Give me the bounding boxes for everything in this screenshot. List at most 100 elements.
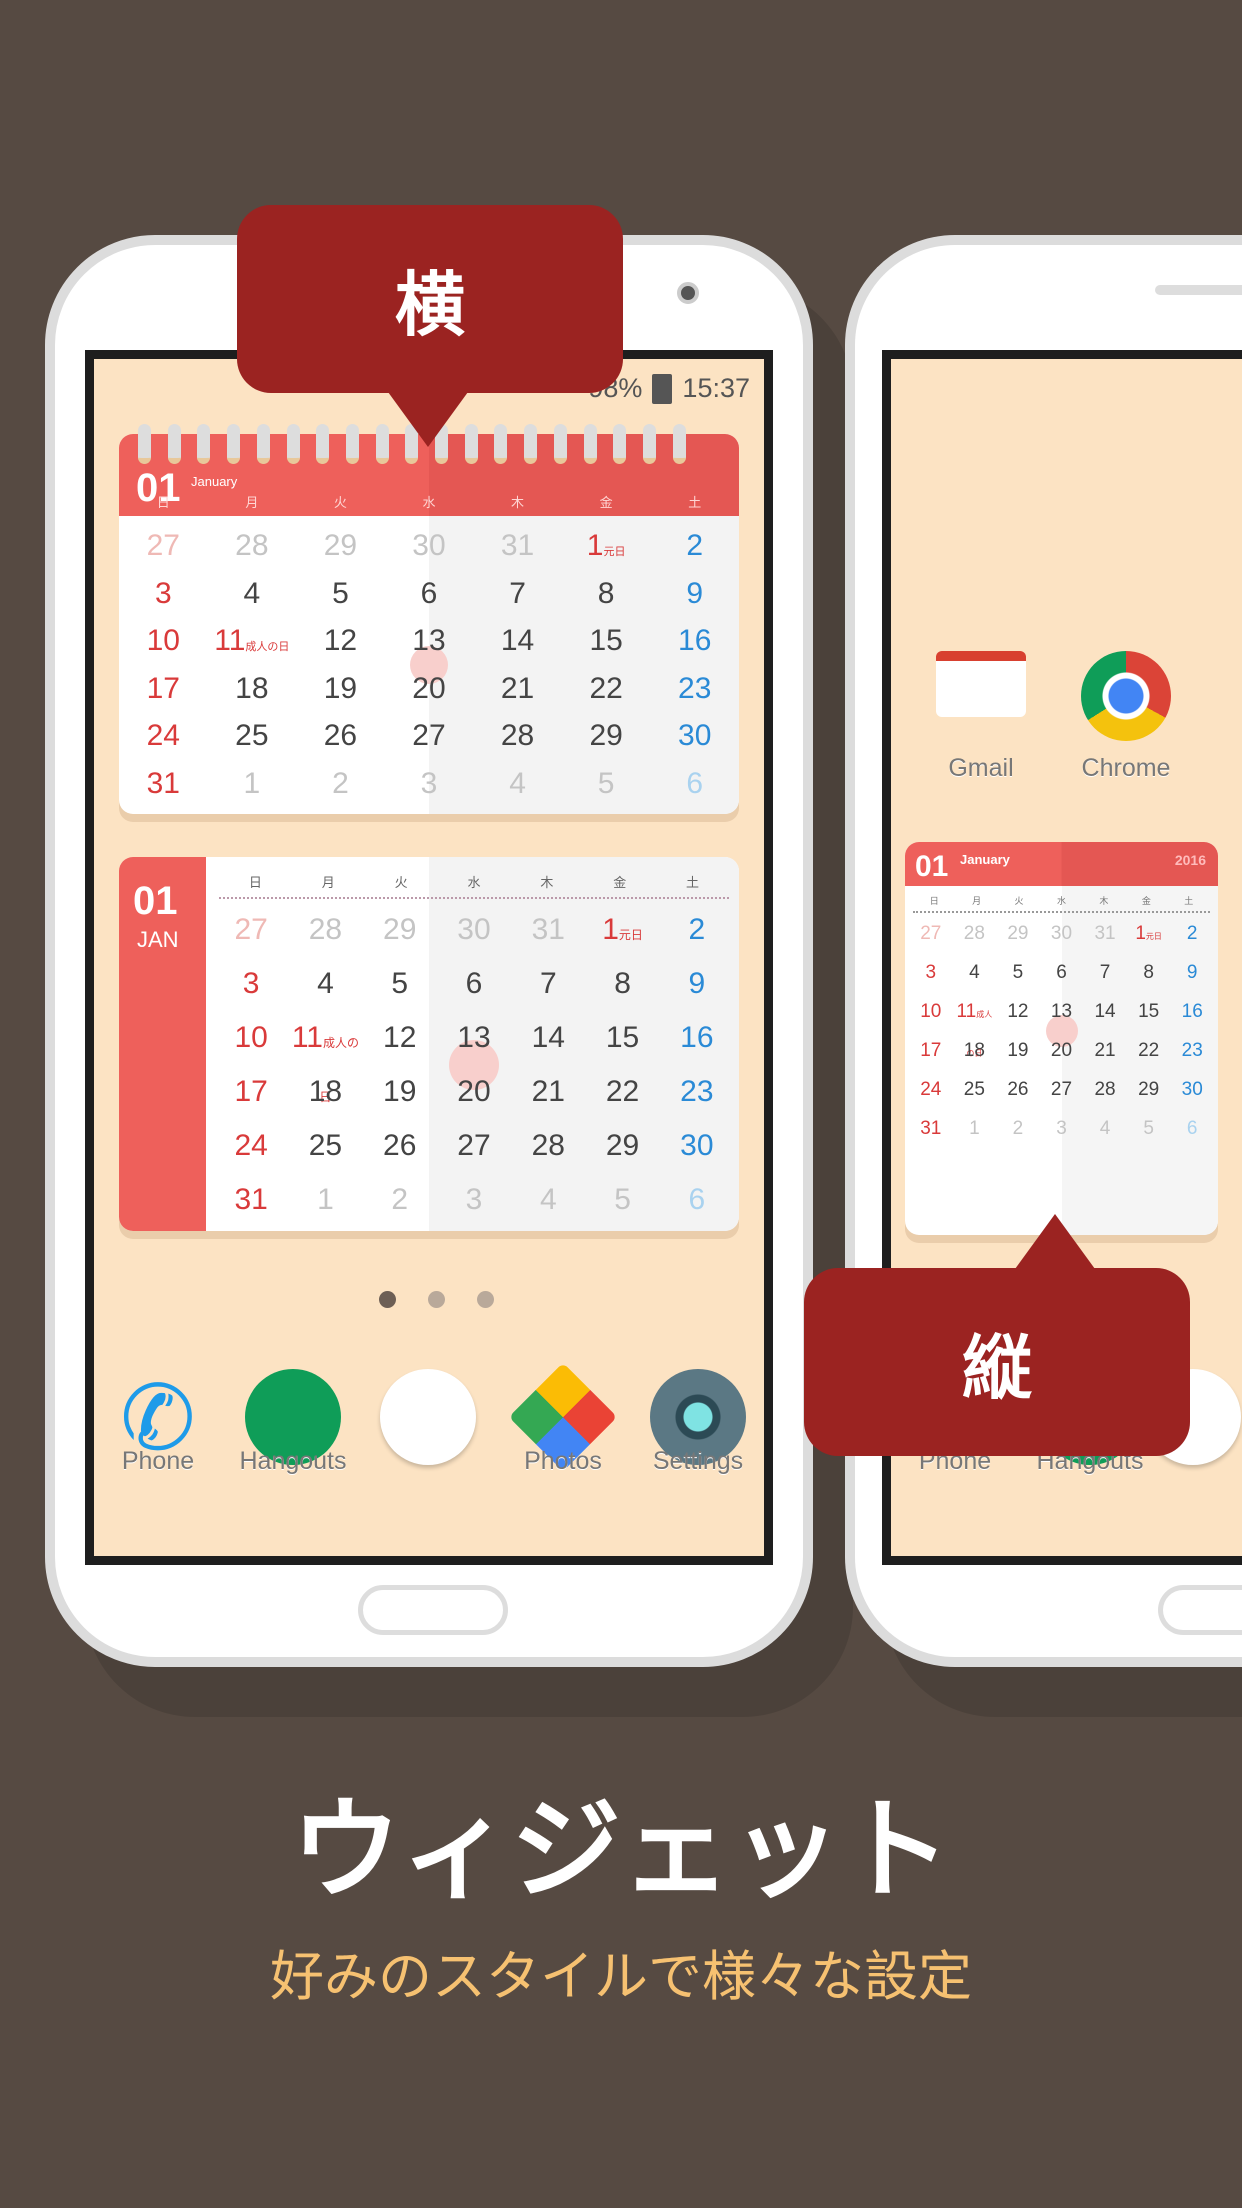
day-cell[interactable]: 6 [1170, 1109, 1214, 1148]
day-cell[interactable]: 1元日 [1127, 914, 1171, 953]
home-button[interactable] [1158, 1585, 1242, 1635]
day-cell[interactable]: 8 [1127, 953, 1171, 992]
day-cell[interactable]: 27 [437, 1119, 511, 1173]
day-cell[interactable]: 3 [119, 570, 208, 618]
day-cell[interactable]: 15 [1127, 992, 1171, 1031]
day-cell[interactable]: 25 [953, 1070, 997, 1109]
day-cell[interactable]: 22 [562, 665, 651, 713]
day-cell[interactable]: 29 [1127, 1070, 1171, 1109]
app-label[interactable]: Chrome [1046, 754, 1206, 783]
page-dot[interactable] [477, 1291, 494, 1308]
day-cell[interactable]: 16 [660, 1011, 734, 1065]
day-cell[interactable]: 9 [660, 957, 734, 1011]
day-cell[interactable]: 17 [119, 665, 208, 713]
day-cell[interactable]: 28 [208, 522, 297, 570]
day-cell[interactable]: 28 [473, 712, 562, 760]
day-cell[interactable]: 26 [296, 712, 385, 760]
day-cell[interactable]: 27 [119, 522, 208, 570]
day-cell[interactable]: 14 [1083, 992, 1127, 1031]
chrome-icon[interactable] [1081, 651, 1171, 741]
day-cell[interactable]: 30 [660, 1119, 734, 1173]
day-cell[interactable]: 27 [214, 903, 288, 957]
page-dot[interactable] [428, 1291, 445, 1308]
day-cell[interactable]: 1 [953, 1109, 997, 1148]
day-cell[interactable]: 3 [909, 953, 953, 992]
day-cell[interactable]: 3 [1040, 1109, 1084, 1148]
day-cell[interactable]: 5 [363, 957, 437, 1011]
app-label[interactable]: Hangouts [213, 1447, 373, 1476]
day-cell[interactable]: 1 [288, 1173, 362, 1227]
day-cell[interactable]: 21 [1083, 1031, 1127, 1070]
day-cell[interactable]: 6 [660, 1173, 734, 1227]
day-cell[interactable]: 2 [363, 1173, 437, 1227]
day-cell[interactable]: 29 [996, 914, 1040, 953]
day-cell[interactable]: 7 [473, 570, 562, 618]
day-cell[interactable]: 12 [996, 992, 1040, 1031]
day-cell[interactable]: 30 [650, 712, 739, 760]
day-cell[interactable]: 22 [1127, 1031, 1171, 1070]
day-cell[interactable]: 31 [214, 1173, 288, 1227]
day-cell[interactable]: 26 [996, 1070, 1040, 1109]
day-cell[interactable]: 30 [385, 522, 474, 570]
day-cell[interactable]: 5 [996, 953, 1040, 992]
day-cell[interactable]: 1元日 [562, 522, 651, 570]
day-cell[interactable]: 14 [511, 1011, 585, 1065]
day-cell[interactable]: 24 [119, 712, 208, 760]
page-dot-active[interactable] [379, 1291, 396, 1308]
calendar-widget-vertical[interactable]: 01 January 2016 日月火水木金土 27 28 29 30 31 1元日 2 3 4… [905, 842, 1218, 1235]
day-cell[interactable]: 18 [953, 1031, 997, 1070]
day-cell[interactable]: 2 [660, 903, 734, 957]
day-cell[interactable]: 30 [437, 903, 511, 957]
day-cell[interactable]: 2 [996, 1109, 1040, 1148]
day-cell[interactable]: 3 [385, 760, 474, 808]
day-cell[interactable]: 29 [296, 522, 385, 570]
app-label[interactable]: Settings [618, 1447, 778, 1476]
day-cell[interactable]: 31 [119, 760, 208, 808]
day-cell[interactable]: 7 [511, 957, 585, 1011]
day-cell[interactable]: 9 [650, 570, 739, 618]
day-cell[interactable]: 27 [909, 914, 953, 953]
day-cell[interactable]: 4 [511, 1173, 585, 1227]
day-cell[interactable]: 1 [208, 760, 297, 808]
day-cell[interactable]: 30 [1170, 1070, 1214, 1109]
day-cell[interactable]: 10 [909, 992, 953, 1031]
day-cell[interactable]: 22 [585, 1065, 659, 1119]
day-cell[interactable]: 17 [909, 1031, 953, 1070]
day-cell[interactable]: 20 [385, 665, 474, 713]
day-cell[interactable]: 14 [473, 617, 562, 665]
day-cell[interactable]: 16 [1170, 992, 1214, 1031]
day-cell[interactable]: 19 [996, 1031, 1040, 1070]
day-cell[interactable]: 23 [650, 665, 739, 713]
day-cell[interactable]: 21 [473, 665, 562, 713]
day-cell[interactable]: 15 [562, 617, 651, 665]
day-cell[interactable]: 4 [953, 953, 997, 992]
day-cell[interactable]: 31 [1083, 914, 1127, 953]
day-cell[interactable]: 23 [660, 1065, 734, 1119]
day-cell[interactable]: 11成人の日 [953, 992, 997, 1058]
day-cell[interactable]: 31 [473, 522, 562, 570]
day-cell[interactable]: 23 [1170, 1031, 1214, 1070]
day-cell[interactable]: 21 [511, 1065, 585, 1119]
day-cell[interactable]: 3 [437, 1173, 511, 1227]
day-cell[interactable]: 4 [288, 957, 362, 1011]
day-cell[interactable]: 5 [1127, 1109, 1171, 1148]
day-cell[interactable]: 25 [288, 1119, 362, 1173]
day-cell[interactable]: 4 [1083, 1109, 1127, 1148]
day-cell[interactable]: 28 [953, 914, 997, 953]
day-cell[interactable]: 31 [511, 903, 585, 957]
day-cell[interactable]: 29 [562, 712, 651, 760]
calendar-widget-horizontal-spiral[interactable]: 01 January 日月火水木金土 27 28 29 30 31 1元日 2 3 4 5 6 7 8 9… [119, 434, 739, 814]
day-cell[interactable]: 5 [296, 570, 385, 618]
day-cell[interactable]: 1元日 [585, 903, 659, 957]
day-cell[interactable]: 5 [562, 760, 651, 808]
day-cell[interactable]: 9 [1170, 953, 1214, 992]
day-cell[interactable]: 11成人の日 [288, 1011, 362, 1103]
day-cell[interactable]: 12 [296, 617, 385, 665]
day-cell[interactable]: 24 [909, 1070, 953, 1109]
day-cell[interactable]: 8 [562, 570, 651, 618]
day-cell[interactable]: 19 [363, 1065, 437, 1119]
day-cell[interactable]: 31 [909, 1109, 953, 1148]
day-cell[interactable]: 18 [208, 665, 297, 713]
day-cell[interactable]: 24 [214, 1119, 288, 1173]
day-cell[interactable]: 27 [385, 712, 474, 760]
